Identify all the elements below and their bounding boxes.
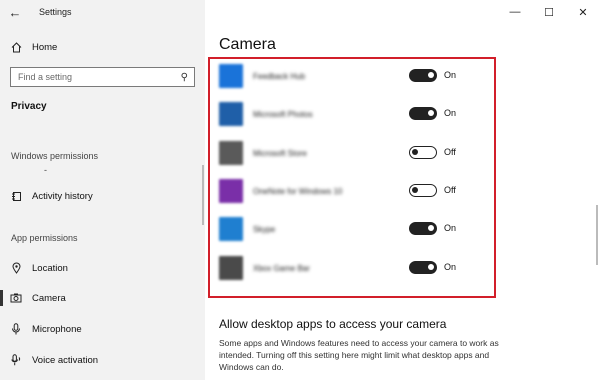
sidebar-item-location[interactable]: Location xyxy=(0,255,205,281)
voice-activation-icon xyxy=(0,354,32,366)
group-label-windows-permissions: Windows permissions xyxy=(11,151,99,161)
back-arrow-icon: ← xyxy=(8,4,22,20)
page-title: Camera xyxy=(219,36,276,53)
sidebar-item-home[interactable]: Home xyxy=(0,34,205,60)
sidebar-item-label: Location xyxy=(32,262,68,274)
sidebar-item-camera[interactable]: Camera xyxy=(0,285,205,311)
camera-icon xyxy=(0,293,32,303)
location-icon xyxy=(0,262,32,274)
main-scrollbar[interactable] xyxy=(596,205,598,265)
dash-separator: - xyxy=(44,165,47,175)
activity-history-icon xyxy=(0,191,32,202)
window-title: Settings xyxy=(39,7,72,17)
window-controls: — ☐ ✕ xyxy=(498,0,600,24)
back-button[interactable]: ← xyxy=(0,0,30,24)
sidebar-item-voice-activation[interactable]: Voice activation xyxy=(0,347,205,373)
sidebar: ← Settings Home ⚲ Privacy Windows permis… xyxy=(0,0,205,380)
search-icon[interactable]: ⚲ xyxy=(181,72,188,83)
home-icon xyxy=(0,41,32,53)
desktop-apps-description: Some apps and Windows features need to a… xyxy=(219,338,499,372)
sidebar-item-microphone[interactable]: Microphone xyxy=(0,316,205,342)
search-box[interactable]: ⚲ xyxy=(10,67,195,87)
desktop-apps-heading: Allow desktop apps to access your camera xyxy=(219,317,447,331)
section-title: Privacy xyxy=(11,101,47,112)
titlebar-left: ← Settings xyxy=(0,0,205,24)
search-input[interactable] xyxy=(18,72,168,82)
highlight-annotation xyxy=(208,57,496,298)
maximize-button[interactable]: ☐ xyxy=(532,0,566,24)
sidebar-item-label: Home xyxy=(32,41,58,53)
sidebar-item-activity-history[interactable]: Activity history xyxy=(0,183,205,209)
minimize-button[interactable]: — xyxy=(498,0,532,24)
sidebar-item-label: Activity history xyxy=(32,190,93,202)
sidebar-item-label: Camera xyxy=(32,292,66,304)
close-button[interactable]: ✕ xyxy=(566,0,600,24)
sidebar-item-label: Voice activation xyxy=(32,354,99,366)
sidebar-scrollbar[interactable] xyxy=(202,165,204,225)
microphone-icon xyxy=(0,323,32,335)
group-label-app-permissions: App permissions xyxy=(11,233,78,243)
sidebar-item-label: Microphone xyxy=(32,323,82,335)
